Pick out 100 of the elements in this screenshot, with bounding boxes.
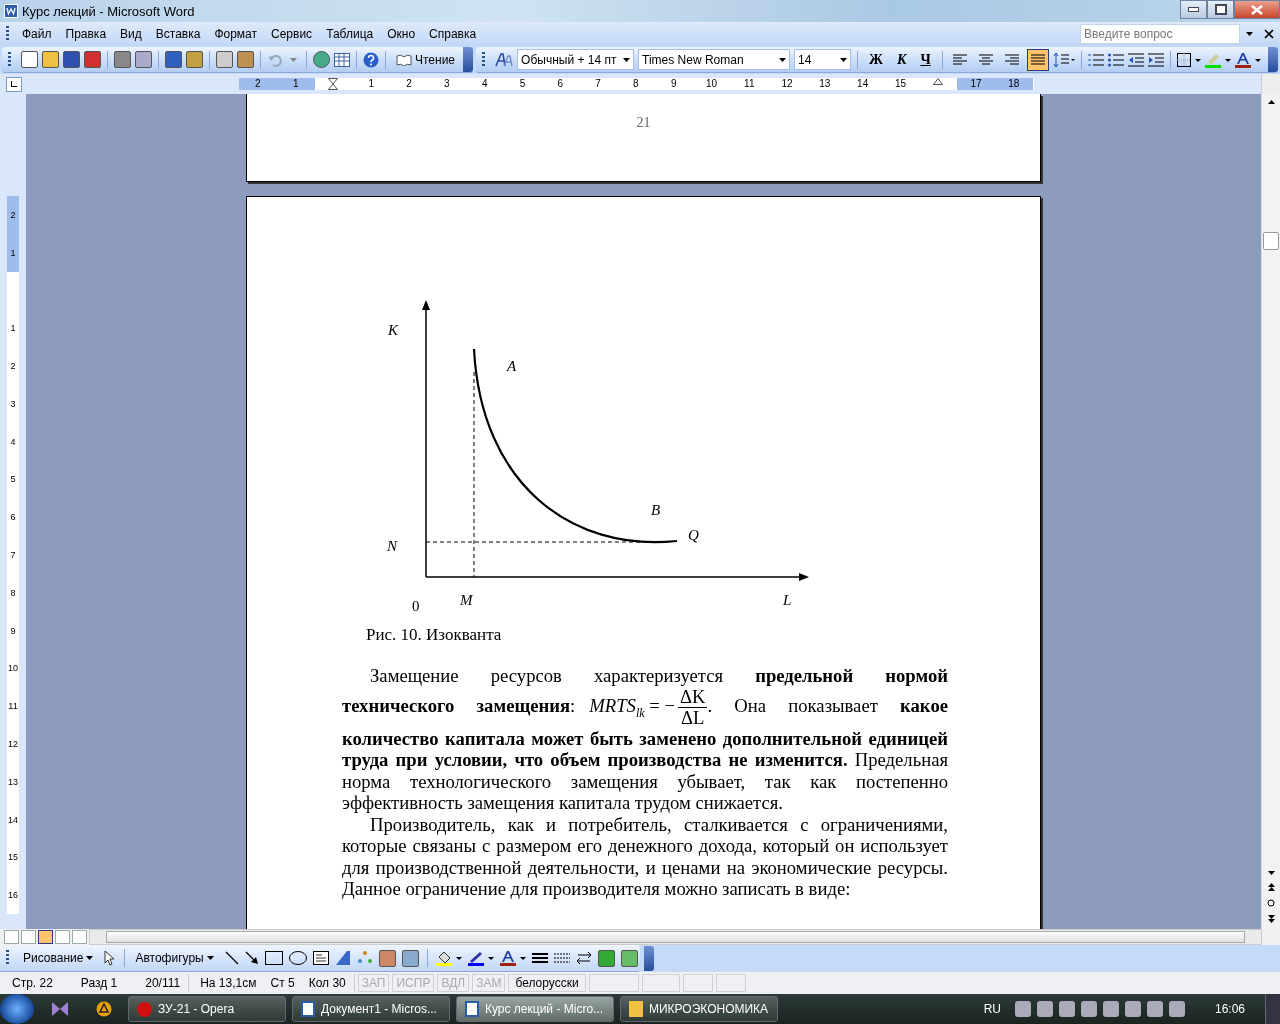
bold-button[interactable]: Ж [864,51,888,68]
taskbar-button[interactable]: Курс лекций - Micro... [456,996,614,1022]
ruler-number: 6 [7,498,19,537]
ruler-number: 13 [7,762,19,801]
status-panel [715,974,746,992]
ruler-number: 6 [556,78,565,90]
paragraph: Производитель, как и потребитель, сталкивается с ограничениями, которые связаны с размером его денежного дохода, который он использует для производственной деятельности, и ценами на экономические ресурсы. Данное ограничение для производителя можно записать в виде: [342,813,948,900]
styles-icon[interactable] [495,51,514,68]
line-spacing-icon[interactable] [1052,51,1075,68]
arrow-style-icon[interactable] [575,951,592,965]
numbered-list-icon[interactable] [1087,52,1104,67]
line-color-icon[interactable] [467,950,494,966]
reading-button[interactable]: Чтение [392,50,460,69]
indent-marker-icon[interactable] [328,78,339,90]
font-size-dropdown[interactable]: 14 [794,49,852,70]
increase-indent-icon[interactable] [1147,52,1164,67]
ruler-number: 18 [994,78,1033,90]
bowtie-icon[interactable] [50,1000,70,1018]
vertical-scrollbar[interactable] [1261,94,1280,929]
bulleted-list-icon[interactable] [1107,52,1124,67]
rectangle-icon[interactable] [264,951,283,965]
close-button[interactable] [1234,0,1280,19]
menu-item[interactable]: Справка [422,27,484,41]
ruler-number: 5 [518,78,527,90]
font-dropdown[interactable]: Times New Roman [638,49,791,70]
start-button[interactable] [0,994,34,1024]
dropdown-arrow-icon[interactable] [1246,32,1253,36]
ruler-number: 15 [893,78,907,90]
dropdown-arrow-icon [206,956,214,960]
language-indicator[interactable]: RU [983,1002,1001,1016]
drawing-menu-button[interactable]: Рисование [21,951,99,965]
align-right-icon [1004,53,1019,66]
axis-label: L [783,592,792,608]
fill-color-icon[interactable] [435,950,462,966]
toolbar-options-icon[interactable] [643,945,654,971]
next-page-icon[interactable] [1267,915,1275,923]
document-app-icon [4,4,18,18]
status-panel [588,974,639,992]
decrease-indent-icon[interactable] [1127,52,1144,67]
previous-page-icon[interactable] [1267,883,1275,891]
ruler-number: 4 [480,78,489,90]
ruler-number: 7 [594,78,602,90]
status-text: Ст 5 [270,976,295,990]
menu-item[interactable]: Таблица [319,27,381,41]
line-style-icon[interactable] [531,952,548,964]
taskbar-button[interactable]: ЗУ-21 - Opera [128,996,286,1022]
autoshapes-menu-button[interactable]: Автофигуры [133,951,219,965]
print-layout-icon[interactable] [38,930,53,944]
text-box-icon[interactable] [312,951,329,965]
ruler-number: 10 [7,649,19,688]
taskbar-button[interactable]: МИКРОЭКОНОМИКА [620,996,778,1022]
select-pointer-icon[interactable] [104,950,117,966]
italic-button[interactable]: К [891,51,912,68]
wordart-icon[interactable] [334,950,351,966]
tab-selector[interactable] [6,76,22,92]
clock[interactable]: 16:06 [1214,1002,1245,1016]
minimize-button[interactable] [1180,0,1207,19]
language-indicator[interactable]: белорусски [508,974,586,992]
oval-icon[interactable] [288,951,307,965]
close-icon[interactable] [1264,29,1274,39]
restore-button[interactable] [1207,0,1234,19]
ruler-number: 9 [7,611,19,650]
help-search-field[interactable]: Введите вопрос [1080,24,1240,44]
menu-item[interactable]: Окно [380,27,423,41]
scroll-down-icon[interactable] [1267,871,1275,875]
menu-item[interactable]: Вид [113,27,149,41]
dash-style-icon[interactable] [553,952,570,964]
scroll-up-icon[interactable] [1267,100,1275,104]
toolbar-options-icon[interactable] [463,47,474,72]
ruler-number: 2 [7,196,19,234]
ruler-number: 12 [7,725,19,763]
font-color-icon[interactable] [1234,51,1261,68]
arrow-icon[interactable] [244,951,259,965]
ruler-number: 11 [743,78,756,90]
menu-item[interactable]: Файл [15,27,59,41]
table-icon[interactable] [334,52,350,67]
point-label: A [507,358,517,374]
menu-item[interactable]: Вставка [148,27,208,41]
axis-value-label: N [387,538,397,554]
menu-item[interactable]: Формат [207,27,265,41]
highlight-icon[interactable] [1204,51,1231,68]
horizontal-scrollbar[interactable] [89,929,1262,945]
borders-icon[interactable] [1176,52,1201,67]
toolbar-grip[interactable] [6,26,9,42]
help-icon[interactable] [363,51,379,68]
justify-button[interactable] [1026,48,1049,71]
select-browse-object-icon[interactable] [1267,899,1275,907]
taskbar-button[interactable]: Документ1 - Micros... [292,996,450,1022]
book-icon [396,53,412,66]
style-dropdown[interactable]: Обычный + 14 пт [517,49,635,70]
font-color-icon[interactable] [499,950,526,966]
scrollbar-thumb[interactable] [1263,232,1279,250]
indent-marker-icon[interactable] [933,78,944,85]
ruler-number: 7 [7,536,19,574]
underline-button[interactable]: Ч [915,51,936,68]
scrollbar-thumb[interactable] [106,931,1245,943]
line-icon[interactable] [224,951,239,965]
menu-item[interactable]: Правка [58,27,114,41]
diagram-icon[interactable] [356,950,373,966]
menu-item[interactable]: Сервис [264,27,320,41]
